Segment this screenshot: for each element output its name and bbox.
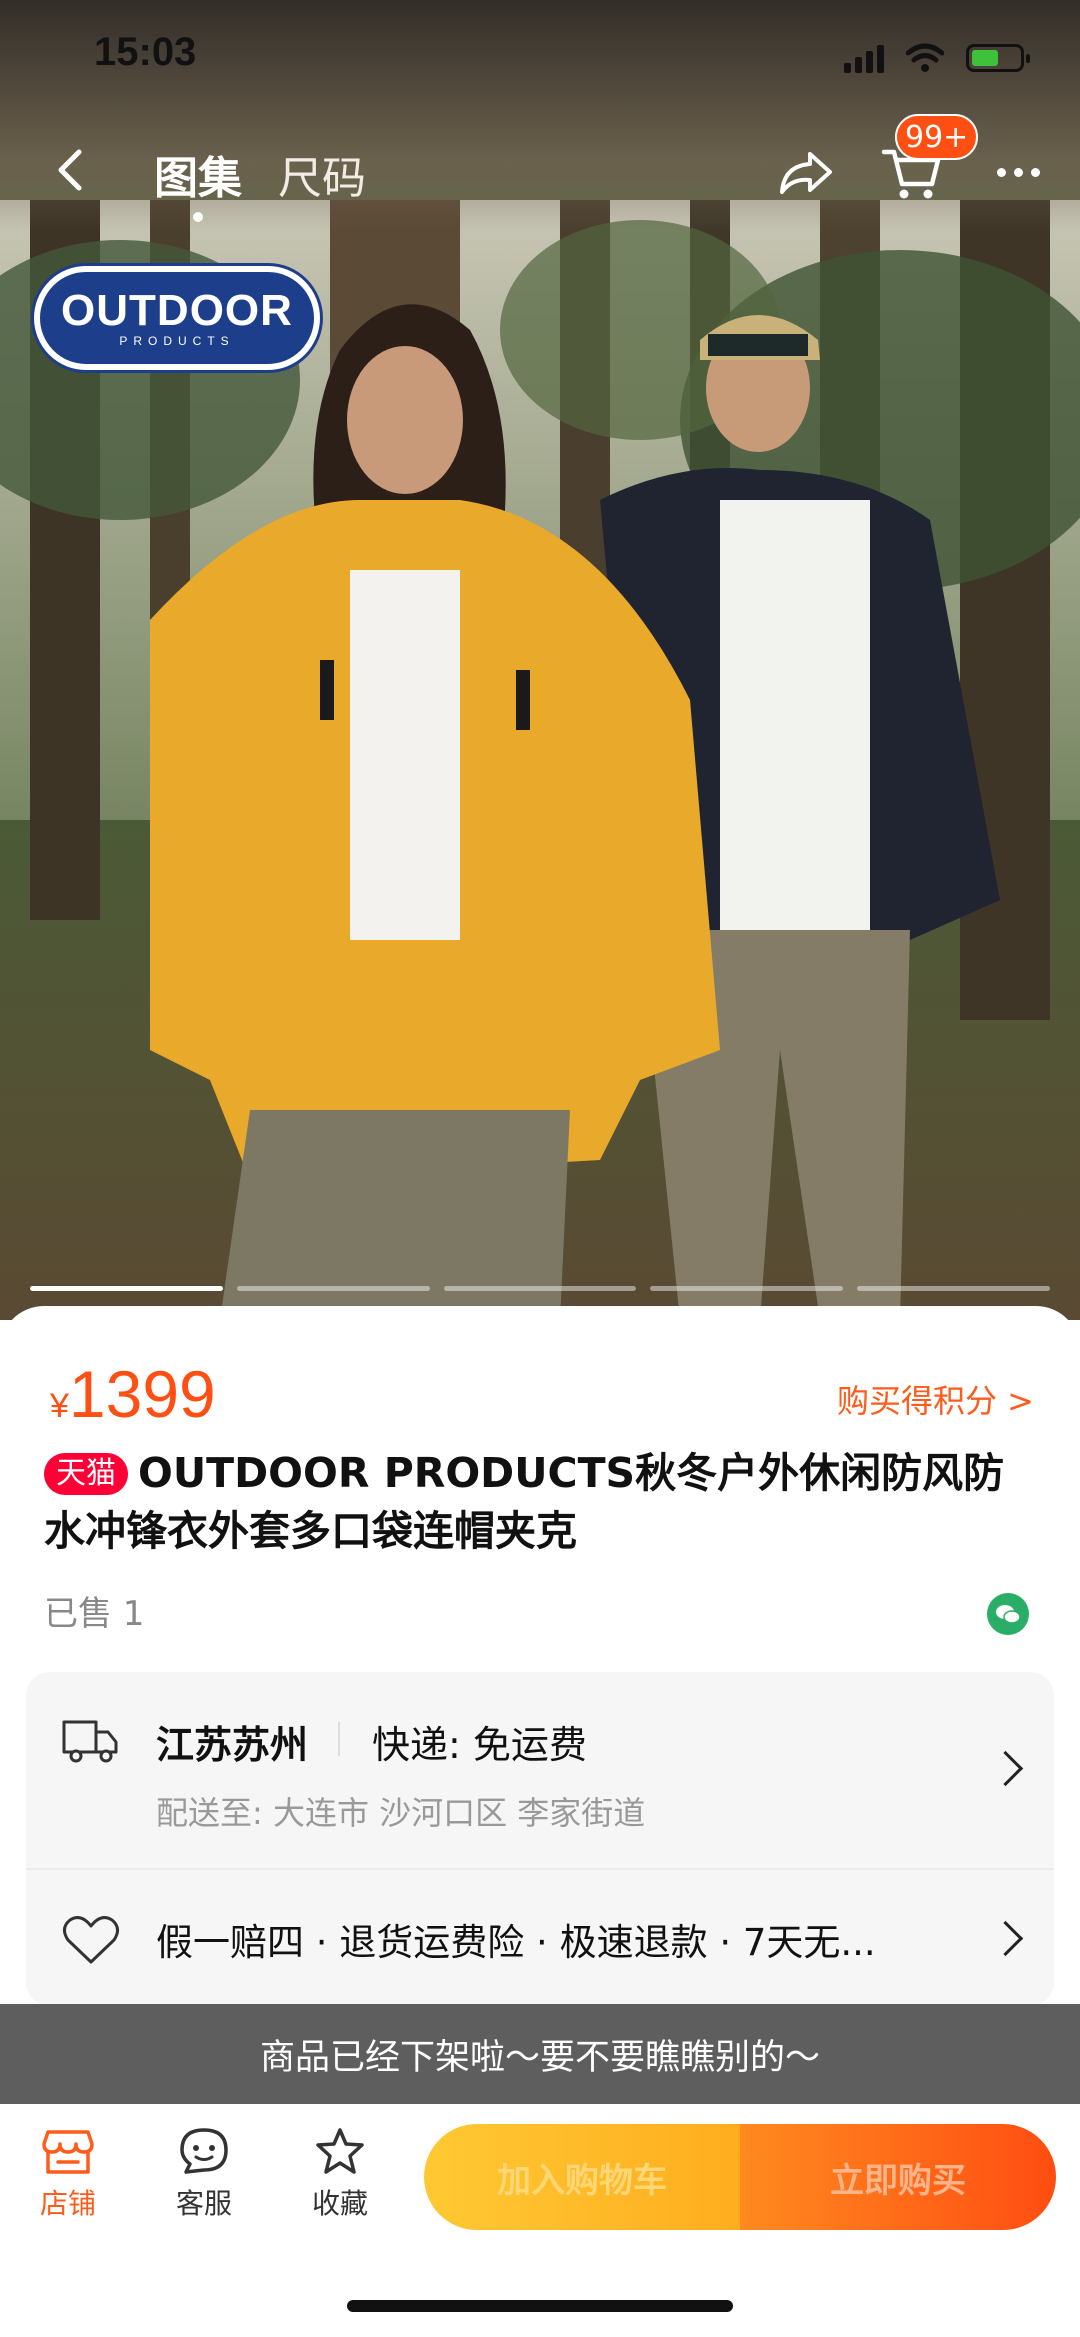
carousel-dot [650,1286,844,1291]
customer-service-button[interactable]: 客服 [154,2126,254,2222]
more-dot [1030,167,1040,177]
status-time: 15:03 [94,30,197,74]
product-title: 天猫 OUTDOOR PRODUCTS秋冬户外休闲防风防水冲锋衣外套多口袋连帽夹克 [44,1449,1005,1555]
shipping-fee: 快递: 免运费 [372,1723,587,1767]
share-button[interactable] [776,142,836,202]
carousel-dot [443,1286,637,1291]
delivery-row[interactable]: 江苏苏州 快递: 免运费 配送至: 大连市 沙河口区 李家街道 [26,1672,1054,1868]
ship-to: 配送至: 大连市 沙河口区 李家街道 [156,1794,646,1832]
buy-now-button[interactable]: 立即购买 [740,2124,1056,2230]
wechat-icon[interactable] [987,1593,1029,1635]
status-icons [844,38,1030,78]
carousel-dot [236,1286,430,1291]
wechat-bubbles-icon [996,1605,1021,1624]
ship-from: 江苏苏州 [156,1723,309,1767]
sold-count: 已售 1 [44,1594,145,1634]
back-button[interactable] [40,140,100,200]
purchase-buttons: 加入购物车 立即购买 [424,2124,1056,2230]
chevron-right-icon [987,1920,1024,1957]
favorite-button[interactable]: 收藏 [290,2126,390,2222]
chevron-left-icon [58,149,82,191]
delivery-service-box: 江苏苏州 快递: 免运费 配送至: 大连市 沙河口区 李家街道 假一赔四 · 退… [26,1672,1054,2006]
store-button[interactable]: 店铺 [18,2126,118,2222]
price: ¥1399 [50,1357,216,1431]
home-indicator [347,2300,733,2312]
tab-size[interactable]: 尺码 [278,142,366,206]
delisted-notice[interactable]: 商品已经下架啦～要不要瞧瞧别的～ [0,2004,1080,2104]
signal-icon [844,43,884,73]
carousel-indicator [30,1286,1050,1291]
carousel-dot [857,1286,1050,1291]
earn-points-link[interactable]: 购买得积分 > [837,1376,1034,1422]
service-guarantees: 假一赔四 · 退货运费险 · 极速退款 · 7天无... [156,1921,876,1964]
active-tab-dot [193,212,203,222]
guarantee-row[interactable]: 假一赔四 · 退货运费险 · 极速退款 · 7天无... [26,1870,1054,2006]
star-icon [316,2128,364,2174]
more-button[interactable] [988,142,1048,202]
battery-icon [966,44,1030,72]
more-dot [996,167,1006,177]
truck-icon [62,1720,118,1763]
chat-face-icon [180,2128,228,2174]
wifi-icon [906,43,944,72]
divider [338,1722,340,1756]
cart-count-badge: 99+ [895,114,979,160]
share-icon [780,152,832,194]
tab-gallery[interactable]: 图集 [154,142,242,222]
tmall-badge: 天猫 [44,1453,128,1495]
heart-icon [63,1916,119,1964]
add-to-cart-button[interactable]: 加入购物车 [424,2124,740,2230]
chevron-right-icon [987,1750,1024,1787]
carousel-dot [30,1286,223,1291]
more-dot [1013,167,1023,177]
product-info-card: ¥1399 购买得积分 > 天猫 OUTDOOR PRODUCTS秋冬户外休闲防风… [0,1306,1080,2006]
store-icon [42,2130,94,2174]
brand-logo: OUTDOOR PRODUCTS [34,266,320,370]
